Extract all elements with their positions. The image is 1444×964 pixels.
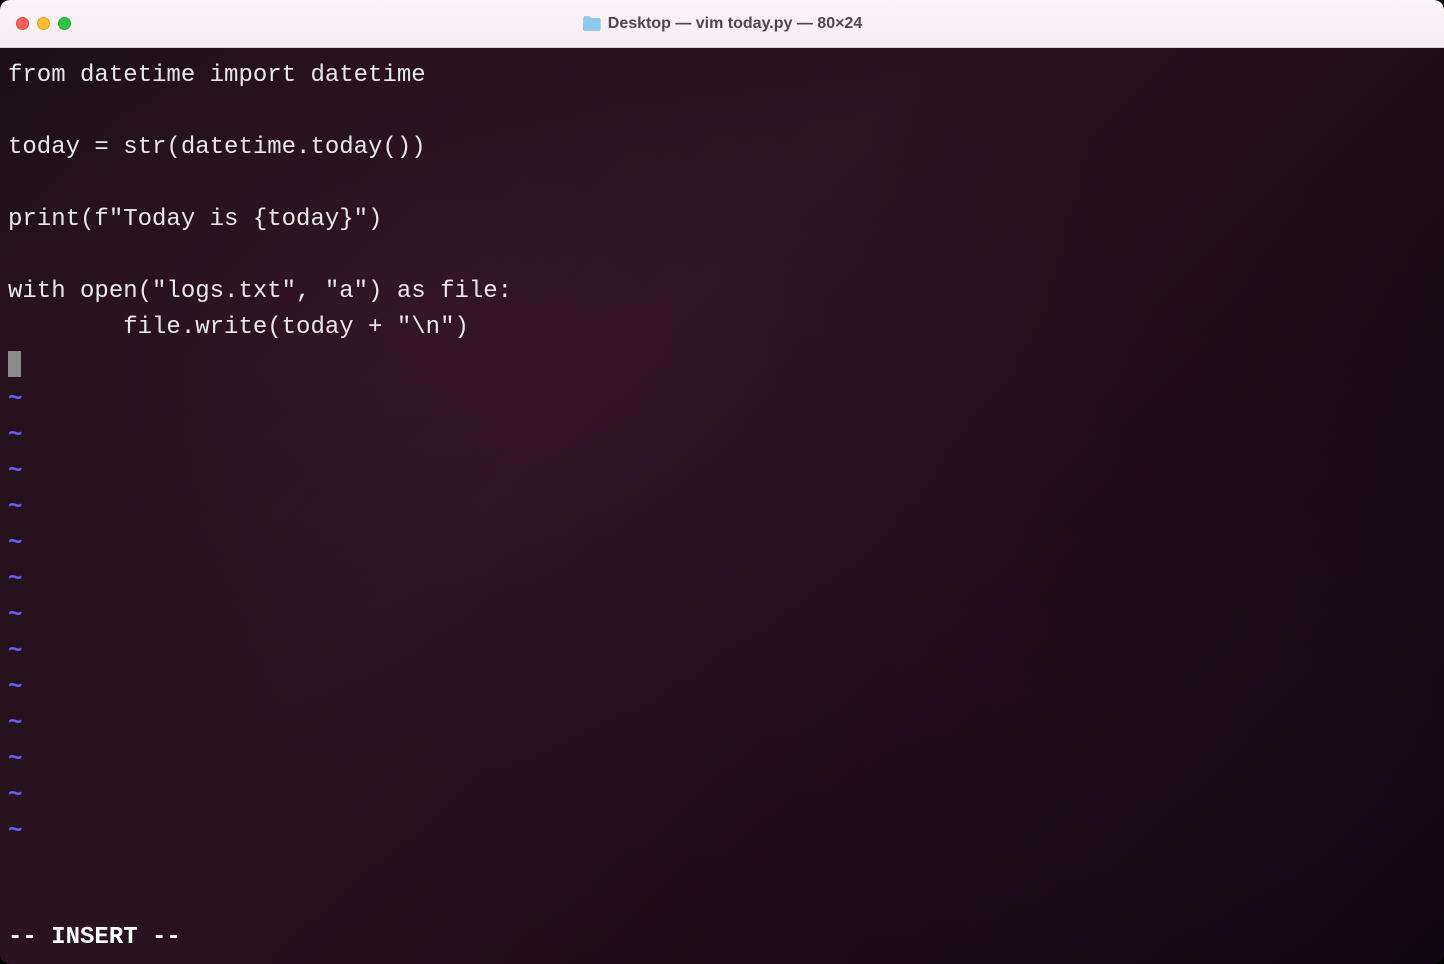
code-line[interactable]: [8, 238, 1436, 274]
empty-line-tilde[interactable]: ~: [8, 742, 1436, 778]
code-line[interactable]: [8, 166, 1436, 202]
code-line[interactable]: [8, 94, 1436, 130]
empty-line-tilde[interactable]: ~: [8, 490, 1436, 526]
close-button[interactable]: [16, 17, 29, 30]
code-line[interactable]: with open("logs.txt", "a") as file:: [8, 274, 1436, 310]
empty-line-tilde[interactable]: ~: [8, 598, 1436, 634]
terminal-body[interactable]: from datetime import datetime today = st…: [0, 48, 1444, 964]
code-line[interactable]: print(f"Today is {today}"): [8, 202, 1436, 238]
maximize-button[interactable]: [58, 17, 71, 30]
empty-line-tilde[interactable]: ~: [8, 706, 1436, 742]
window-title-container: Desktop — vim today.py — 80×24: [582, 15, 862, 33]
empty-line-tilde[interactable]: ~: [8, 778, 1436, 814]
cursor: [8, 351, 21, 377]
code-line[interactable]: today = str(datetime.today()): [8, 130, 1436, 166]
empty-line-tilde[interactable]: ~: [8, 670, 1436, 706]
cursor-line[interactable]: [8, 346, 1436, 382]
empty-line-tilde[interactable]: ~: [8, 418, 1436, 454]
empty-line-tilde[interactable]: ~: [8, 814, 1436, 850]
empty-line-tilde[interactable]: ~: [8, 454, 1436, 490]
vim-mode-indicator: -- INSERT --: [8, 920, 181, 956]
empty-line-tilde[interactable]: ~: [8, 382, 1436, 418]
minimize-button[interactable]: [37, 17, 50, 30]
empty-line-tilde[interactable]: ~: [8, 562, 1436, 598]
terminal-window: Desktop — vim today.py — 80×24 from date…: [0, 0, 1444, 964]
window-title: Desktop — vim today.py — 80×24: [608, 15, 862, 33]
folder-icon: [582, 16, 602, 32]
editor-area[interactable]: from datetime import datetime today = st…: [8, 58, 1436, 850]
code-line[interactable]: from datetime import datetime: [8, 58, 1436, 94]
empty-line-tilde[interactable]: ~: [8, 634, 1436, 670]
empty-line-tilde[interactable]: ~: [8, 526, 1436, 562]
window-titlebar[interactable]: Desktop — vim today.py — 80×24: [0, 0, 1444, 48]
traffic-lights: [16, 17, 71, 30]
code-line[interactable]: file.write(today + "\n"): [8, 310, 1436, 346]
